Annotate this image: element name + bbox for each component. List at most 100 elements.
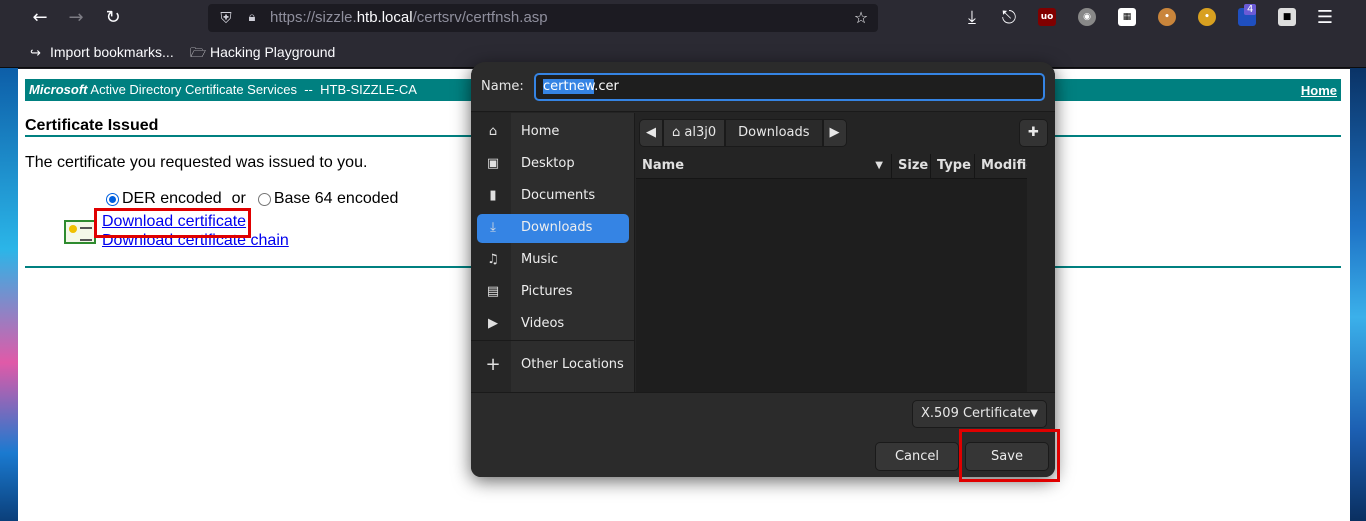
url-path: /certsrv/certfnsh.asp [412, 9, 548, 26]
base64-radio[interactable] [257, 192, 271, 206]
sidebar-separator [471, 340, 635, 341]
filename-input[interactable]: certnew.cer [534, 73, 1045, 101]
path-back-arrow-icon[interactable]: ◀ [639, 119, 663, 147]
url-bar[interactable]: ⛨ 🔒︎ https://sizzle.htb.local/certsrv/ce… [208, 4, 878, 32]
path-segment-downloads[interactable]: Downloads [725, 119, 823, 147]
sidebar-item-other-locations[interactable]: + Other Locations [477, 351, 629, 380]
tracking-shield-icon[interactable]: ⛨ [216, 8, 236, 28]
container-badge: 4 [1244, 4, 1257, 15]
sidebar-item-label: Music [521, 252, 558, 267]
sidebar-item-label: Other Locations [521, 357, 624, 372]
sidebar-item-documents[interactable]: ▮ Documents [477, 182, 629, 211]
chevron-down-icon: ▼ [1030, 408, 1038, 419]
sort-down-icon: ▼ [875, 160, 883, 171]
save-file-dialog: Name: certnew.cer ⌂ Home ▣ Desktop ▮ Doc… [471, 62, 1055, 477]
back-icon[interactable]: ← [28, 6, 52, 30]
sidebar-item-pictures[interactable]: ▤ Pictures [477, 278, 629, 307]
highlight-download-certificate [94, 208, 251, 238]
bookmark-label: Import bookmarks... [50, 44, 174, 60]
path-segment-label: Downloads [738, 125, 810, 140]
page-title: Certificate Issued [25, 117, 159, 134]
url-host: htb.local [356, 9, 413, 26]
bookmark-star-icon[interactable]: ☆ [850, 7, 872, 29]
issued-message: The certificate you requested was issued… [25, 154, 368, 171]
column-name[interactable]: Name ▼ [636, 154, 892, 179]
cancel-button[interactable]: Cancel [875, 442, 959, 471]
plus-icon: + [485, 354, 501, 375]
bookmark-hacking-playground[interactable]: 🗁︎ Hacking Playground [190, 44, 335, 66]
column-type[interactable]: Type [931, 154, 975, 179]
name-label: Name: [481, 79, 524, 94]
base64-label[interactable]: Base 64 encoded [274, 190, 399, 208]
filter-label: X.509 Certificate [921, 406, 1031, 421]
sidebar-item-label: Videos [521, 316, 565, 331]
column-label: Type [937, 158, 971, 173]
encoding-options: DER encoded or Base 64 encoded [106, 190, 398, 208]
pictures-icon: ▤ [486, 284, 500, 299]
sidebar-item-label: Desktop [521, 156, 575, 171]
certsrv-title: Microsoft Active Directory Certificate S… [29, 82, 417, 97]
music-icon: ♫ [487, 252, 499, 267]
home-icon: ⌂ [672, 125, 685, 140]
video-icon: ▶ [488, 316, 498, 331]
column-modified[interactable]: Modified [975, 154, 1027, 179]
service-text: Active Directory Certificate Services --… [87, 82, 417, 97]
column-label: Size [898, 158, 929, 173]
sidebar-item-videos[interactable]: ▶ Videos [477, 310, 629, 339]
sidebar-item-home[interactable]: ⌂ Home [477, 118, 629, 147]
filename-selection: certnew [543, 79, 595, 94]
column-size[interactable]: Size [892, 154, 931, 179]
qr-extension-icon[interactable]: ▦ [1118, 8, 1136, 26]
owl-extension-icon[interactable]: ◉ [1078, 8, 1096, 26]
column-label: Name [642, 158, 685, 173]
der-radio[interactable] [106, 192, 119, 206]
new-folder-icon[interactable]: ✚ [1019, 119, 1048, 147]
folder-icon: 🗁︎ [190, 45, 207, 60]
browser-toolbar: ← → ↻ ⛨ 🔒︎ https://sizzle.htb.local/cert… [0, 0, 1366, 36]
places-sidebar: ⌂ Home ▣ Desktop ▮ Documents ⤓ Downloads… [471, 113, 635, 392]
document-icon: ▮ [489, 188, 497, 203]
sidebar-item-downloads[interactable]: ⤓ Downloads [477, 214, 629, 243]
highlight-save-button [959, 429, 1060, 482]
cookie-editor-icon[interactable]: • [1198, 8, 1216, 26]
sidebar-item-label: Downloads [521, 220, 593, 235]
sidebar-item-desktop[interactable]: ▣ Desktop [477, 150, 629, 179]
sidebar-item-label: Documents [521, 188, 596, 203]
desktop-icon: ▣ [486, 156, 500, 171]
url-prefix: https://sizzle. [270, 9, 357, 26]
filename-extension: .cer [594, 79, 619, 94]
path-segment-home[interactable]: ⌂ al3j0 [663, 119, 726, 147]
sidebar-item-music[interactable]: ♫ Music [477, 246, 629, 275]
column-label: Modified [981, 158, 1027, 173]
sidebar-item-label: Pictures [521, 284, 573, 299]
path-segment-label: al3j0 [684, 125, 717, 140]
desktop-wallpaper-right [1350, 68, 1366, 521]
desktop-wallpaper-left [0, 68, 18, 521]
screenshot-extension-icon[interactable]: ■ [1278, 8, 1296, 26]
or-label: or [231, 190, 246, 207]
bookmark-import[interactable]: ↪ Import bookmarks... [30, 44, 174, 61]
import-icon: ↪ [30, 45, 41, 60]
certificate-icon [64, 220, 96, 244]
brand-text: Microsoft [29, 82, 88, 97]
url-text[interactable]: https://sizzle.htb.local/certsrv/certfns… [270, 9, 548, 26]
bookmark-label: Hacking Playground [210, 44, 336, 60]
cookie-extension-icon[interactable]: • [1158, 8, 1176, 26]
menu-icon[interactable]: ☰ [1313, 6, 1337, 30]
sidebar-item-label: Home [521, 124, 560, 139]
forward-icon[interactable]: → [64, 6, 88, 30]
reload-icon[interactable]: ↻ [101, 6, 125, 30]
home-icon: ⌂ [488, 124, 498, 139]
download-icon: ⤓ [490, 220, 496, 235]
path-forward-arrow-icon[interactable]: ▶ [822, 119, 847, 147]
der-label[interactable]: DER encoded [122, 190, 222, 208]
extensions-puzzle-icon[interactable]: ⎋ [997, 6, 1021, 30]
file-list[interactable]: Name ▼ Size Type Modified [636, 154, 1027, 392]
dialog-name-row: Name: certnew.cer [471, 62, 1055, 112]
path-bar: ◀ ⌂ al3j0 Downloads ▶ [639, 119, 847, 147]
ublock-icon[interactable]: uo [1038, 8, 1056, 26]
lock-icon[interactable]: 🔒︎ [242, 8, 262, 28]
file-type-filter[interactable]: X.509 Certificate ▼ [912, 400, 1047, 428]
home-link[interactable]: Home [1301, 83, 1337, 98]
downloads-icon[interactable]: ⤓ [960, 6, 984, 30]
